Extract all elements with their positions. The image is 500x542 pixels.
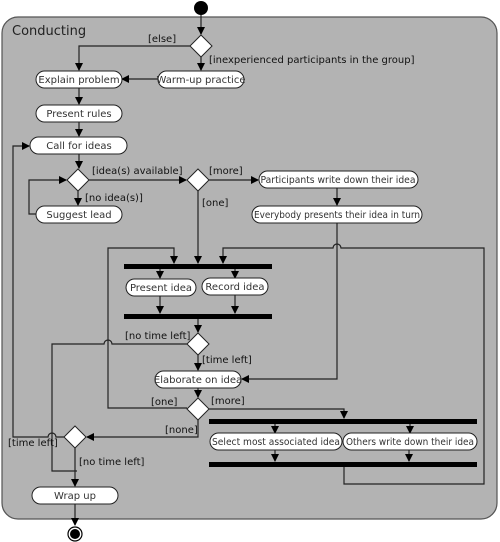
initial-node xyxy=(194,1,208,15)
guard-else: [else] xyxy=(148,34,176,45)
guard-one-2: [one] xyxy=(151,397,178,408)
fork-bar-2 xyxy=(209,419,477,424)
join-bar-1 xyxy=(124,314,272,319)
call-for-ideas-label: Call for ideas xyxy=(46,141,111,152)
activity-diagram: Conducting [else] [inexperienced partici… xyxy=(1,1,498,542)
elaborate-on-idea-label: Elaborate on idea xyxy=(154,375,242,386)
everybody-presents-label: Everybody presents their idea in turn xyxy=(254,210,420,221)
present-idea-label: Present idea xyxy=(130,283,192,294)
fork-bar-1 xyxy=(124,264,272,269)
select-most-associated-label: Select most associated idea xyxy=(212,437,340,448)
guard-ideas-available: [idea(s) available] xyxy=(92,166,183,177)
guard-no-time-left-2: [no time left] xyxy=(79,457,145,468)
guard-no-time-left-1: [no time left] xyxy=(125,331,191,342)
present-rules-label: Present rules xyxy=(46,109,111,120)
participants-write-label: Participants write down their idea xyxy=(261,175,416,186)
guard-more-2: [more] xyxy=(211,396,245,407)
guard-no-ideas: [no idea(s)] xyxy=(85,193,143,204)
guard-more-1: [more] xyxy=(209,166,243,177)
wrap-up-label: Wrap up xyxy=(54,491,96,502)
warm-up-practice-label: Warm-up practice xyxy=(157,75,246,86)
others-write-label: Others write down their idea xyxy=(346,437,474,448)
guard-inexperienced: [inexperienced participants in the group… xyxy=(209,55,415,66)
guard-one-1: [one] xyxy=(202,198,229,209)
guard-time-left-2: [time left] xyxy=(8,438,58,449)
guard-time-left-1: [time left] xyxy=(202,355,252,366)
explain-problem-label: Explain problem xyxy=(38,75,119,86)
record-idea-label: Record idea xyxy=(205,282,264,293)
join-bar-2 xyxy=(209,462,477,467)
guard-none: [none] xyxy=(165,425,198,436)
suggest-lead-label: Suggest lead xyxy=(46,210,111,221)
container-title: Conducting xyxy=(12,24,86,39)
final-node-inner xyxy=(70,529,80,539)
